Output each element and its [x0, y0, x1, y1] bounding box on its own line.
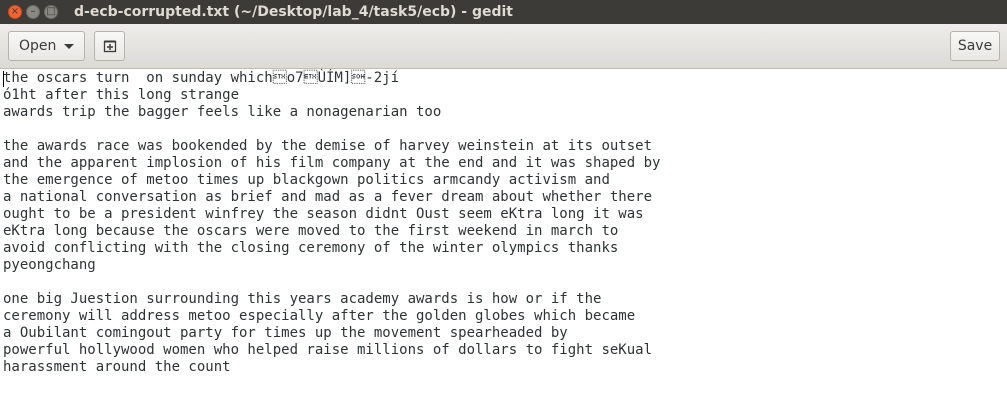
- text-line[interactable]: ó1ht after this long strange: [3, 87, 239, 103]
- text-line[interactable]: a Oubilant comingout party for times up …: [3, 325, 568, 341]
- text-line[interactable]: a national conversation as brief and mad…: [3, 189, 652, 205]
- open-button-label: Open: [19, 38, 57, 54]
- title-bar[interactable]: × – □ d-ecb-corrupted.txt (~/Desktop/lab…: [0, 0, 1007, 24]
- text-line[interactable]: the awards race was bookended by the dem…: [3, 138, 652, 154]
- chevron-down-icon: [64, 43, 75, 49]
- window-title: d-ecb-corrupted.txt (~/Desktop/lab_4/tas…: [74, 4, 513, 20]
- text-line[interactable]: harassment around the count: [3, 359, 231, 375]
- new-tab-button[interactable]: [94, 31, 125, 61]
- text-editor[interactable]: the oscars turn on sunday whicho7ÙÍM]…: [0, 69, 1007, 409]
- save-button[interactable]: Save: [950, 31, 1000, 61]
- close-window-button[interactable]: ×: [8, 5, 22, 19]
- text-line[interactable]: the emergence of metoo times up blackgow…: [3, 172, 610, 188]
- maximize-window-button[interactable]: □: [44, 5, 58, 19]
- text-line[interactable]: awards trip the bagger feels like a nona…: [3, 104, 441, 120]
- save-button-label: Save: [957, 38, 993, 54]
- text-line[interactable]: powerful hollywood women who helped rais…: [3, 342, 652, 358]
- open-button[interactable]: Open: [8, 31, 85, 61]
- text-line[interactable]: one big Juestion surrounding this years …: [3, 291, 601, 307]
- text-line[interactable]: ought to be a president winfrey the seas…: [3, 206, 644, 222]
- text-line[interactable]: the oscars turn on sunday whicho7ÙÍM]…: [3, 70, 399, 86]
- gedit-window: × – □ d-ecb-corrupted.txt (~/Desktop/lab…: [0, 0, 1007, 409]
- maximize-icon: □: [46, 6, 56, 17]
- text-line[interactable]: ceremony will address metoo especially a…: [3, 308, 635, 324]
- text-line[interactable]: avoid conflicting with the closing cerem…: [3, 240, 618, 256]
- document-text[interactable]: the oscars turn on sunday whicho7ÙÍM]…: [0, 69, 1007, 376]
- text-line[interactable]: pyeongchang: [3, 257, 96, 273]
- close-icon: ×: [10, 6, 20, 17]
- text-line[interactable]: and the apparent implosion of his film c…: [3, 155, 660, 171]
- minimize-window-button[interactable]: –: [26, 5, 40, 19]
- minimize-icon: –: [30, 6, 36, 17]
- header-bar: Open Save: [0, 24, 1007, 69]
- new-document-icon: [103, 40, 116, 53]
- window-controls: × – □: [8, 5, 62, 19]
- text-line[interactable]: eKtra long because the oscars were moved…: [3, 223, 618, 239]
- text-cursor: [3, 71, 4, 87]
